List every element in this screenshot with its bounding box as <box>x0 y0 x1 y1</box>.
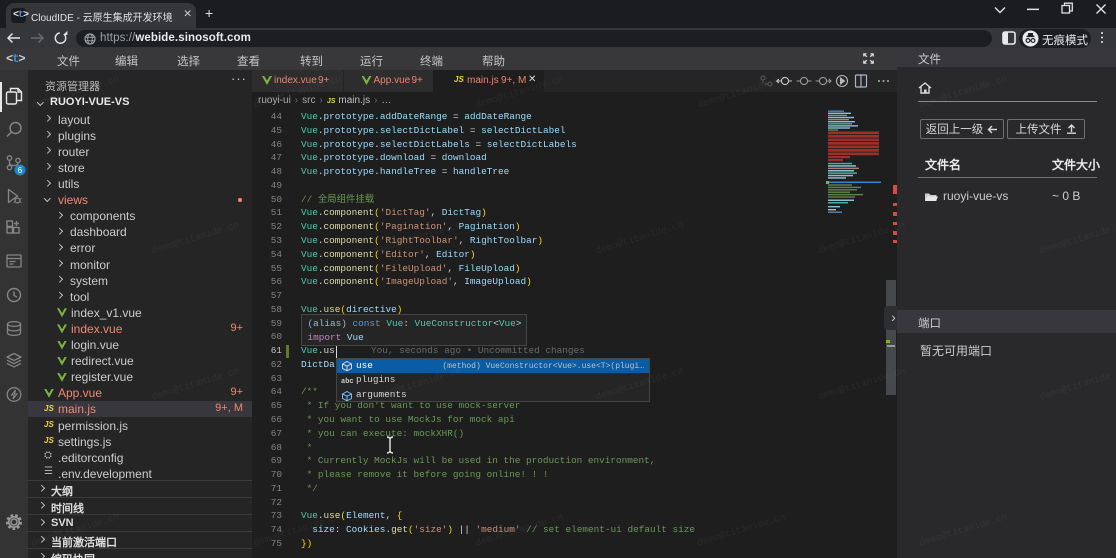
svg-text:6: 6 <box>18 166 23 175</box>
